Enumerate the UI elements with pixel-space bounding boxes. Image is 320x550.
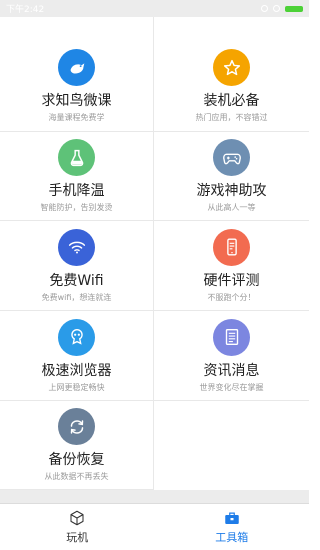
- sync-icon: [58, 408, 95, 445]
- tool-subtitle: 世界变化尽在掌握: [199, 382, 264, 392]
- flask-icon: [58, 139, 95, 176]
- phone-icon: [213, 228, 250, 266]
- tool-tile-5[interactable]: 硬件评测 不服跑个分！: [154, 221, 309, 311]
- bird-icon: [58, 49, 95, 86]
- tool-tile-6[interactable]: 极速浏览器 上网更稳定畅快: [0, 311, 154, 401]
- tool-subtitle: 从此数据不再丢失: [44, 472, 109, 481]
- star-icon: [213, 49, 250, 86]
- box-icon: [70, 510, 84, 526]
- tool-title: 求知鸟微课: [41, 93, 112, 109]
- tool-tile-7[interactable]: 资讯消息 世界变化尽在掌握: [154, 311, 309, 401]
- news-icon: [213, 318, 250, 356]
- tool-title: 装机必备: [203, 93, 260, 109]
- tab-label: 工具箱: [215, 531, 249, 544]
- bottom-tab-bar: 玩机 工具箱: [0, 503, 309, 550]
- tab-toolbox[interactable]: 工具箱: [155, 504, 310, 550]
- wifi-icon: [58, 228, 95, 266]
- empty-tile: [154, 401, 309, 490]
- tool-subtitle: 免费wifi，想连就连: [41, 292, 112, 302]
- tool-tile-2[interactable]: 手机降温 智能防护，告别发烫: [0, 132, 154, 221]
- browser-icon: [58, 318, 95, 356]
- tool-subtitle: 海量课程免费学: [48, 113, 105, 122]
- tool-tile-8[interactable]: 备份恢复 从此数据不再丢失: [0, 401, 154, 490]
- tool-tile-4[interactable]: 免费Wifi 免费wifi，想连就连: [0, 221, 154, 311]
- tool-title: 游戏神助攻: [196, 183, 267, 199]
- tool-tile-0[interactable]: 求知鸟微课 海量课程免费学: [0, 17, 154, 132]
- tool-title: 免费Wifi: [49, 272, 104, 289]
- tool-tile-3[interactable]: 游戏神助攻 从此高人一等: [154, 132, 309, 221]
- content-bottom-spacer: [0, 490, 309, 503]
- status-bar: 下午2:42: [0, 0, 309, 17]
- tool-subtitle: 不服跑个分！: [207, 292, 256, 302]
- tool-tile-1[interactable]: 装机必备 热门应用，不容错过: [154, 17, 309, 132]
- status-icons: [261, 5, 303, 12]
- tool-subtitle: 从此高人一等: [207, 203, 256, 212]
- tab-play[interactable]: 玩机: [0, 504, 155, 550]
- toolbox-icon: [225, 512, 239, 524]
- battery-icon: [285, 5, 303, 12]
- tab-label: 玩机: [66, 531, 89, 544]
- tool-title: 硬件评测: [203, 272, 260, 289]
- wifi-status-icon: [273, 5, 280, 12]
- tool-subtitle: 热门应用，不容错过: [195, 113, 268, 122]
- tool-subtitle: 智能防护，告别发烫: [40, 203, 113, 212]
- tool-title: 手机降温: [48, 183, 105, 199]
- tool-grid: 求知鸟微课 海量课程免费学 装机必备 热门应用，不容错过 手机降温 智能防护，告…: [0, 17, 309, 490]
- alarm-icon: [261, 5, 268, 12]
- tool-subtitle: 上网更稳定畅快: [48, 382, 105, 392]
- tool-title: 极速浏览器: [41, 362, 112, 379]
- tool-title: 资讯消息: [203, 362, 260, 379]
- tool-title: 备份恢复: [48, 452, 105, 468]
- status-time: 下午2:42: [6, 5, 45, 15]
- gamepad-icon: [213, 139, 250, 176]
